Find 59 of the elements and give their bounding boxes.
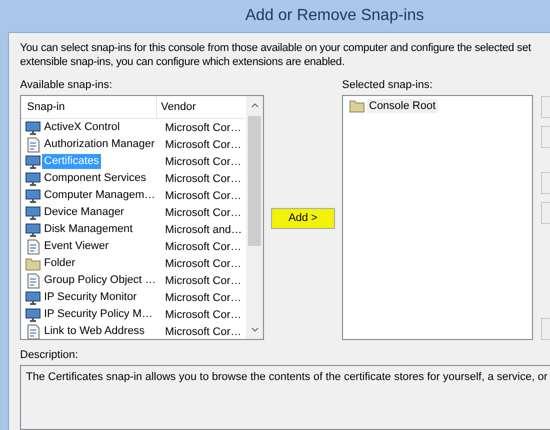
computer-icon: [25, 290, 41, 306]
cut-off-button[interactable]: [541, 172, 550, 194]
computer-icon: [25, 222, 41, 238]
computer-icon: [25, 188, 41, 204]
vendor-cell-text: Microsoft Cor…: [164, 190, 242, 202]
snap-in-name[interactable]: Disk Management: [42, 222, 135, 237]
folder-icon: [25, 256, 41, 272]
cut-off-button[interactable]: [541, 96, 550, 118]
snap-in-name[interactable]: IP Security Monitor: [42, 290, 139, 305]
snap-in-name[interactable]: IP Security Policy M…: [42, 307, 155, 322]
vendor-cell-text: Microsoft Cor…: [164, 274, 242, 286]
selected-snap-ins-list[interactable]: Console Root: [342, 95, 533, 340]
snap-in-name[interactable]: Folder: [42, 256, 78, 271]
cut-off-button[interactable]: [541, 318, 550, 340]
window-title: Add or Remove Snap-ins: [245, 7, 424, 25]
document-icon: [25, 136, 41, 152]
add-button[interactable]: Add >: [271, 208, 335, 228]
vendor-cell-text: Microsoft and…: [164, 224, 242, 236]
computer-icon: [25, 170, 41, 186]
vendor-cell-text: Microsoft Cor…: [164, 138, 242, 150]
scrollbar-thumb[interactable]: [248, 116, 261, 246]
column-header[interactable]: Snap-in: [21, 96, 157, 118]
tree-item[interactable]: Console Root: [367, 99, 438, 113]
snap-in-name[interactable]: Computer Managem…: [42, 188, 158, 203]
computer-icon: [25, 154, 41, 170]
vendor-cell-text: Microsoft Cor…: [164, 240, 242, 252]
snap-in-name[interactable]: Link to Web Address: [42, 324, 147, 339]
vendor-cell-text: Microsoft Cor…: [164, 122, 242, 134]
available-snap-ins-list[interactable]: [20, 95, 264, 340]
selected-snap-ins-label: Selected snap-ins:: [342, 78, 434, 92]
document-icon: [25, 272, 41, 288]
vendor-cell-text: Microsoft Cor…: [164, 206, 242, 218]
document-icon: [25, 324, 41, 339]
description-label: Description:: [20, 348, 80, 362]
document-icon: [25, 238, 41, 254]
intro-text: You can select snap-ins for this console from those available on your computer and configure the selected set: [20, 41, 532, 55]
snap-in-name[interactable]: Authorization Manager: [42, 137, 157, 152]
snap-in-name[interactable]: Component Services: [42, 171, 148, 186]
vendor-cell-text: Microsoft Cor…: [164, 308, 242, 320]
available-snap-ins-label: Available snap-ins:: [20, 78, 114, 92]
intro-text: extensible snap-ins, you can configure which extensions are enabled.: [20, 55, 346, 69]
vendor-cell-text: Microsoft Cor…: [164, 292, 242, 304]
description-text: The Certificates snap-in allows you to browse the contents of the certificate stores for yourself, a service, or: [26, 371, 548, 383]
computer-icon: [25, 306, 41, 322]
cut-off-button[interactable]: [541, 126, 550, 148]
computer-icon: [25, 204, 41, 220]
vendor-cell-text: Microsoft Cor…: [164, 172, 242, 184]
vendor-cell-text: Microsoft Cor…: [164, 326, 242, 338]
vendor-cell-text: Microsoft Cor…: [164, 156, 242, 168]
computer-icon: [25, 120, 41, 136]
snap-in-name[interactable]: Device Manager: [42, 205, 126, 220]
snap-in-name[interactable]: ActiveX Control: [42, 120, 122, 135]
cut-off-button[interactable]: [541, 202, 550, 224]
snap-in-name[interactable]: Event Viewer: [42, 239, 111, 254]
column-header[interactable]: Vendor: [157, 96, 196, 118]
snap-in-name[interactable]: Group Policy Object …: [42, 273, 158, 288]
scrollbar[interactable]: [246, 96, 263, 339]
vendor-cell-text: Microsoft Cor…: [164, 258, 242, 270]
folder-icon: [349, 98, 365, 114]
